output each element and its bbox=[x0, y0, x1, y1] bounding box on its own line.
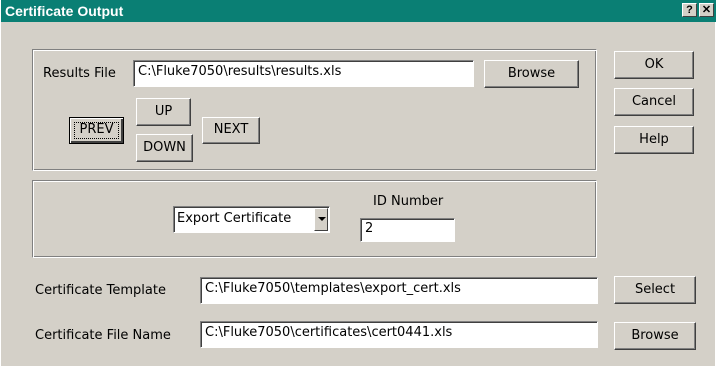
certificate-template-label: Certificate Template bbox=[35, 283, 166, 298]
certificate-type-select[interactable]: Export Certificate bbox=[173, 206, 330, 233]
help-label: Help bbox=[639, 132, 669, 147]
up-label: UP bbox=[154, 104, 173, 119]
certificate-template-field[interactable]: C:\Fluke7050\templates\export_cert.xls bbox=[200, 277, 598, 304]
cancel-button[interactable]: Cancel bbox=[614, 88, 694, 116]
results-browse-label: Browse bbox=[507, 66, 556, 81]
title-bar[interactable]: Certificate Output ? ✕ bbox=[1, 0, 716, 22]
ok-button[interactable]: OK bbox=[614, 51, 694, 79]
prev-button[interactable]: PREV bbox=[69, 117, 124, 144]
down-label: DOWN bbox=[143, 140, 186, 155]
browse-file-name-label: Browse bbox=[631, 328, 679, 343]
id-number-field[interactable]: 2 bbox=[360, 218, 455, 242]
certificate-type-value: Export Certificate bbox=[177, 211, 292, 226]
results-file-field[interactable]: C:\Fluke7050\results\results.xls bbox=[133, 60, 474, 87]
id-number-label: ID Number bbox=[373, 194, 444, 209]
select-template-button[interactable]: Select bbox=[614, 276, 696, 304]
select-template-label: Select bbox=[634, 282, 676, 297]
help-button[interactable]: Help bbox=[614, 126, 694, 154]
results-browse-button[interactable]: Browse bbox=[484, 60, 579, 88]
window-title: Certificate Output bbox=[5, 3, 124, 19]
chevron-down-icon[interactable] bbox=[314, 208, 328, 231]
cancel-label: Cancel bbox=[631, 94, 677, 109]
help-title-button[interactable]: ? bbox=[682, 3, 697, 17]
certificate-file-name-label: Certificate File Name bbox=[35, 328, 171, 343]
ok-label: OK bbox=[644, 57, 664, 72]
results-file-label: Results File bbox=[43, 66, 116, 81]
up-button[interactable]: UP bbox=[136, 98, 191, 126]
next-button[interactable]: NEXT bbox=[202, 117, 260, 144]
down-button[interactable]: DOWN bbox=[136, 134, 193, 162]
prev-label: PREV bbox=[79, 122, 114, 137]
certificate-file-name-field[interactable]: C:\Fluke7050\certificates\cert0441.xls bbox=[200, 321, 598, 348]
browse-file-name-button[interactable]: Browse bbox=[614, 322, 696, 350]
certificate-output-dialog: Certificate Output ? ✕ Results File C:\F… bbox=[0, 0, 716, 366]
close-icon[interactable]: ✕ bbox=[699, 3, 714, 17]
next-label: NEXT bbox=[213, 122, 249, 137]
